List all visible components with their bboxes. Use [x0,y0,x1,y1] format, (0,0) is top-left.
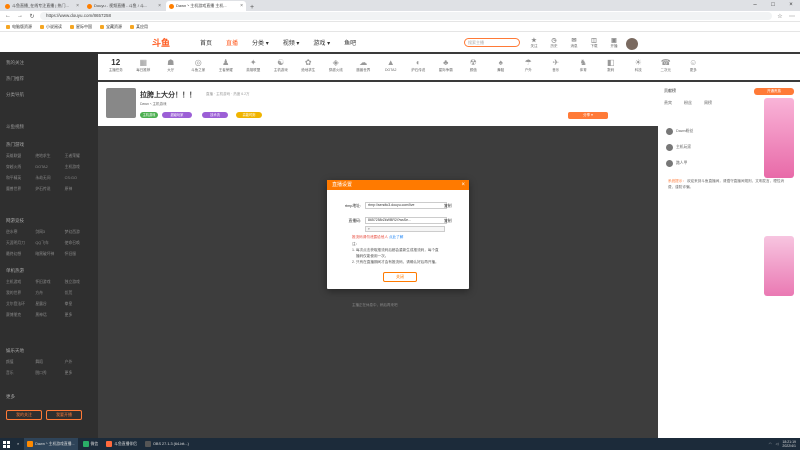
wechat-app-icon [82,441,89,447]
copy-key-button[interactable]: 复制 [444,219,452,224]
warning-text: 推流码请勿泄露给他人 点此了解 [352,235,404,239]
stream-key-label: 直播码: [348,219,361,223]
system-tray: ◠ ◁ 18:21:19 2022/4/1 [769,440,800,448]
copy-rtmp-button[interactable]: 复制 [444,204,452,209]
taskbar-item-browser[interactable]: Dawn丶主机游戏直播... [24,438,78,450]
taskbar-search-icon[interactable]: ⌕ [14,438,22,450]
browser-app-icon [27,441,34,447]
close-dialog-button[interactable]: 关闭 [383,272,417,282]
windows-start-icon[interactable] [0,438,12,450]
taskbar-item-wechat[interactable]: 微信 [80,438,102,450]
note-line: 1. 每次点击获取推流码后都会重新生成推流码，每个直 [352,248,439,252]
chevron-down-icon: ▾ [368,227,370,231]
volume-icon[interactable]: ◁ [776,442,779,446]
modal-overlay: 直播设置 × rtmp地址: rtmp://sendtc3.douyu.com/… [0,0,800,438]
rtmp-address-field[interactable]: rtmp://sendtc3.douyu.com/live [365,202,447,209]
rtmp-label: rtmp地址: [344,204,361,208]
stream-key-field[interactable]: 8657258rZkWBR2i?wsSe... [365,217,447,224]
note-title: 注： [352,242,360,246]
network-icon[interactable]: ◠ [769,442,772,446]
line-select[interactable]: ▾ [365,226,445,232]
obs-app-icon [144,441,151,447]
os-taskbar: ⌕ Dawn丶主机游戏直播... 微信 斗鱼直播伴侣 OBS 27.1.3 (6… [0,438,800,450]
companion-app-icon [106,441,113,447]
learn-more-link[interactable]: 点此了解 [389,235,403,239]
note-line: 播码仅能使用一次。 [356,254,389,258]
taskbar-item-companion[interactable]: 斗鱼直播伴侣 [103,438,140,450]
taskbar-item-obs[interactable]: OBS 27.1.3 (64-bit...) [142,438,192,450]
close-icon[interactable]: × [461,180,465,190]
note-line: 2. 只有在直播期间才会有推流码，请确认好后再开播。 [352,260,439,264]
clock[interactable]: 18:21:19 2022/4/1 [782,440,796,448]
dialog-title: 直播设置 [327,180,469,190]
